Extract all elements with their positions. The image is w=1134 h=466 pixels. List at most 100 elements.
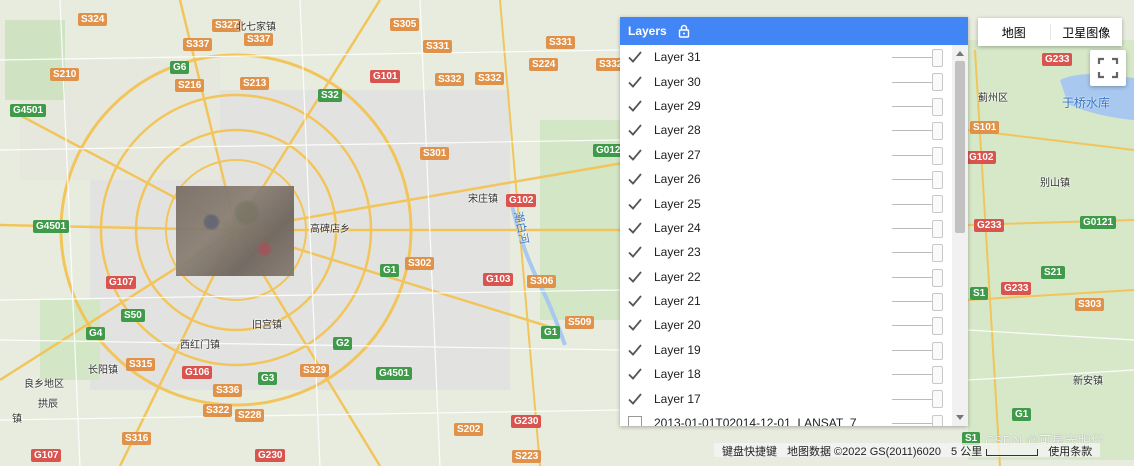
place-label: 别山镇 [1040,178,1070,189]
opacity-slider-thumb[interactable] [932,97,943,116]
place-label: 北七家镇 [236,22,276,33]
checkmark-icon [628,393,642,405]
layers-title: Layers [628,24,667,38]
layer-row: Layer 28 [620,118,952,142]
checkmark-icon [628,173,642,185]
layer-visibility-checkbox[interactable] [628,75,642,89]
checkmark-icon [628,222,642,234]
checkmark-icon [628,344,642,356]
layer-visibility-checkbox[interactable] [628,245,642,259]
road-shield-label: G233 [974,219,1005,232]
layer-visibility-checkbox[interactable] [628,50,642,64]
map-data-attribution: 地图数据 ©2022 GS(2011)6020 [787,446,942,458]
layer-row: Layer 30 [620,69,952,93]
road-shield-label: S324 [78,13,108,26]
layer-visibility-checkbox[interactable] [628,367,642,381]
opacity-slider-thumb[interactable] [932,414,943,426]
layer-visibility-checkbox[interactable] [628,392,642,406]
opacity-slider-thumb[interactable] [932,317,943,336]
opacity-slider-thumb[interactable] [932,170,943,189]
layer-row: 2013-01-01T02014-12-01_LANSAT_7 [620,411,952,426]
layer-name: Layer 17 [654,391,701,406]
opacity-slider-thumb[interactable] [932,366,943,385]
layer-visibility-checkbox[interactable] [628,416,642,426]
place-label: 新安镇 [1073,376,1103,387]
layer-row: Layer 20 [620,313,952,337]
opacity-slider-thumb[interactable] [932,292,943,311]
layer-visibility-checkbox[interactable] [628,221,642,235]
layer-name: Layer 30 [654,74,701,89]
opacity-slider-thumb[interactable] [932,49,943,67]
road-shield-label: G102 [506,194,537,207]
road-shield-label: S329 [300,364,330,377]
fullscreen-button[interactable] [1090,50,1126,86]
checkmark-icon [628,100,642,112]
road-shield-label: G4 [86,327,106,340]
opacity-slider-thumb[interactable] [932,195,943,214]
road-shield-label: S21 [1041,266,1065,279]
layer-name: Layer 29 [654,98,701,113]
layer-name: Layer 19 [654,342,701,357]
road-shield-label: S337 [244,33,274,46]
layer-visibility-checkbox[interactable] [628,318,642,332]
lock-icon[interactable] [677,24,691,38]
opacity-slider-thumb[interactable] [932,244,943,263]
layer-name: Layer 27 [654,147,701,162]
place-label: 拱辰 [38,399,58,410]
keyboard-shortcuts-link[interactable]: 键盘快捷键 [717,443,782,458]
scale-control[interactable]: 5 公里 [946,443,1043,458]
road-shield-label: S210 [50,68,80,81]
map-type-map-button[interactable]: 地图 [978,18,1050,46]
road-shield-label: G1 [541,326,561,339]
layer-name: Layer 31 [654,50,701,65]
water-label: 于桥水库 [1062,96,1111,110]
place-label: 宋庄镇 [468,194,498,205]
terms-link[interactable]: 使用条款 [1043,443,1097,458]
map-type-satellite-button[interactable]: 卫星图像 [1051,18,1123,46]
road-shield-label: G0121 [1080,216,1117,229]
place-label: 良乡地区 [24,379,64,390]
layer-name: Layer 25 [654,196,701,211]
checkmark-icon [628,319,642,332]
checkmark-icon [628,51,642,64]
road-shield-label: S1 [970,287,989,300]
scroll-up-arrow-icon[interactable] [956,51,964,56]
road-shield-label: G4501 [10,104,47,117]
layer-visibility-checkbox[interactable] [628,99,642,113]
layer-row: Layer 22 [620,265,952,289]
road-shield-label: S316 [122,432,152,445]
layer-name: Layer 22 [654,269,701,284]
scroll-down-arrow-icon[interactable] [956,415,964,420]
layer-visibility-checkbox[interactable] [628,123,642,137]
layer-visibility-checkbox[interactable] [628,172,642,186]
opacity-slider-thumb[interactable] [932,219,943,238]
opacity-slider-thumb[interactable] [932,341,943,360]
opacity-slider-thumb[interactable] [932,268,943,287]
road-shield-label: S322 [203,404,233,417]
road-shield-label: S331 [423,40,453,53]
checkmark-icon [628,75,642,88]
opacity-slider-thumb[interactable] [932,122,943,141]
road-shield-label: S305 [390,18,420,31]
layer-visibility-checkbox[interactable] [628,197,642,211]
opacity-slider-thumb[interactable] [932,146,943,165]
opacity-slider-thumb[interactable] [932,73,943,92]
road-shield-label: S509 [565,316,595,329]
layers-scrollbar[interactable] [952,45,968,426]
scale-label: 5 公里 [951,446,983,458]
layer-name: Layer 21 [654,294,701,309]
road-shield-label: G6 [170,61,190,74]
road-shield-label: S315 [126,358,156,371]
layer-visibility-checkbox[interactable] [628,270,642,284]
layer-visibility-checkbox[interactable] [628,343,642,357]
place-label: 旧宫镇 [252,320,282,331]
layer-visibility-checkbox[interactable] [628,294,642,308]
opacity-slider-thumb[interactable] [932,390,943,409]
checkmark-icon [628,149,642,161]
road-shield-label: G233 [1042,53,1073,66]
road-shield-label: G4501 [376,367,413,380]
layers-header: Layers [620,17,968,45]
scroll-thumb[interactable] [955,61,965,233]
layer-name: Layer 23 [654,245,701,260]
layer-visibility-checkbox[interactable] [628,148,642,162]
